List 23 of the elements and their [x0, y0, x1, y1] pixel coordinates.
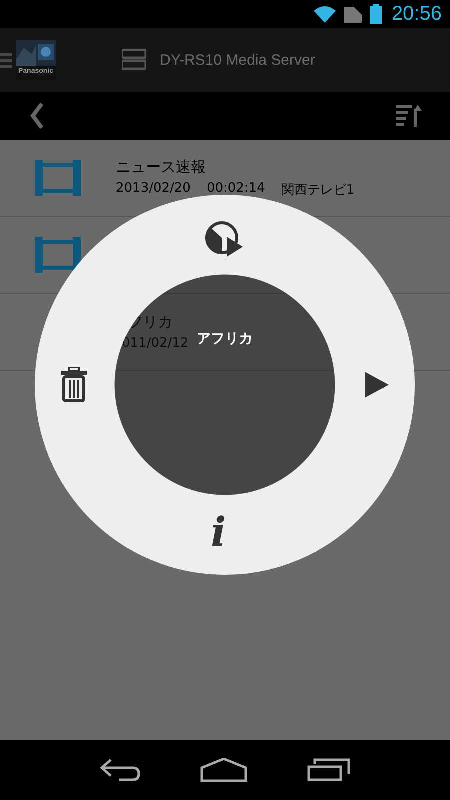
server-title: DY-RS10 Media Server	[160, 52, 316, 68]
item-date: 2013/02/20	[116, 180, 191, 198]
list-row[interactable]: ニュース速報 2013/02/20 00:02:14 関西テレビ1	[0, 140, 450, 217]
recents-icon[interactable]	[306, 758, 351, 782]
server-icon	[122, 49, 146, 71]
trash-icon[interactable]	[61, 367, 87, 403]
menu-title: アフリカ	[197, 330, 253, 348]
clock-time: 20:56	[392, 2, 442, 26]
no-sim-icon	[342, 5, 364, 23]
film-icon	[35, 160, 81, 196]
resume-play-icon[interactable]	[205, 221, 245, 259]
back-icon[interactable]	[30, 103, 44, 129]
home-icon[interactable]	[200, 758, 248, 782]
back-nav-icon[interactable]	[99, 758, 142, 782]
battery-icon	[370, 4, 382, 24]
item-title: ニュース速報	[116, 158, 207, 176]
item-duration: 00:02:14	[206, 180, 266, 198]
info-icon[interactable]: i	[211, 513, 226, 553]
item-channel: 関西テレビ1	[281, 182, 355, 198]
play-icon[interactable]	[365, 372, 389, 398]
wifi-icon	[314, 5, 336, 23]
film-icon	[35, 237, 81, 273]
item-date: 011/02/12	[122, 336, 189, 351]
